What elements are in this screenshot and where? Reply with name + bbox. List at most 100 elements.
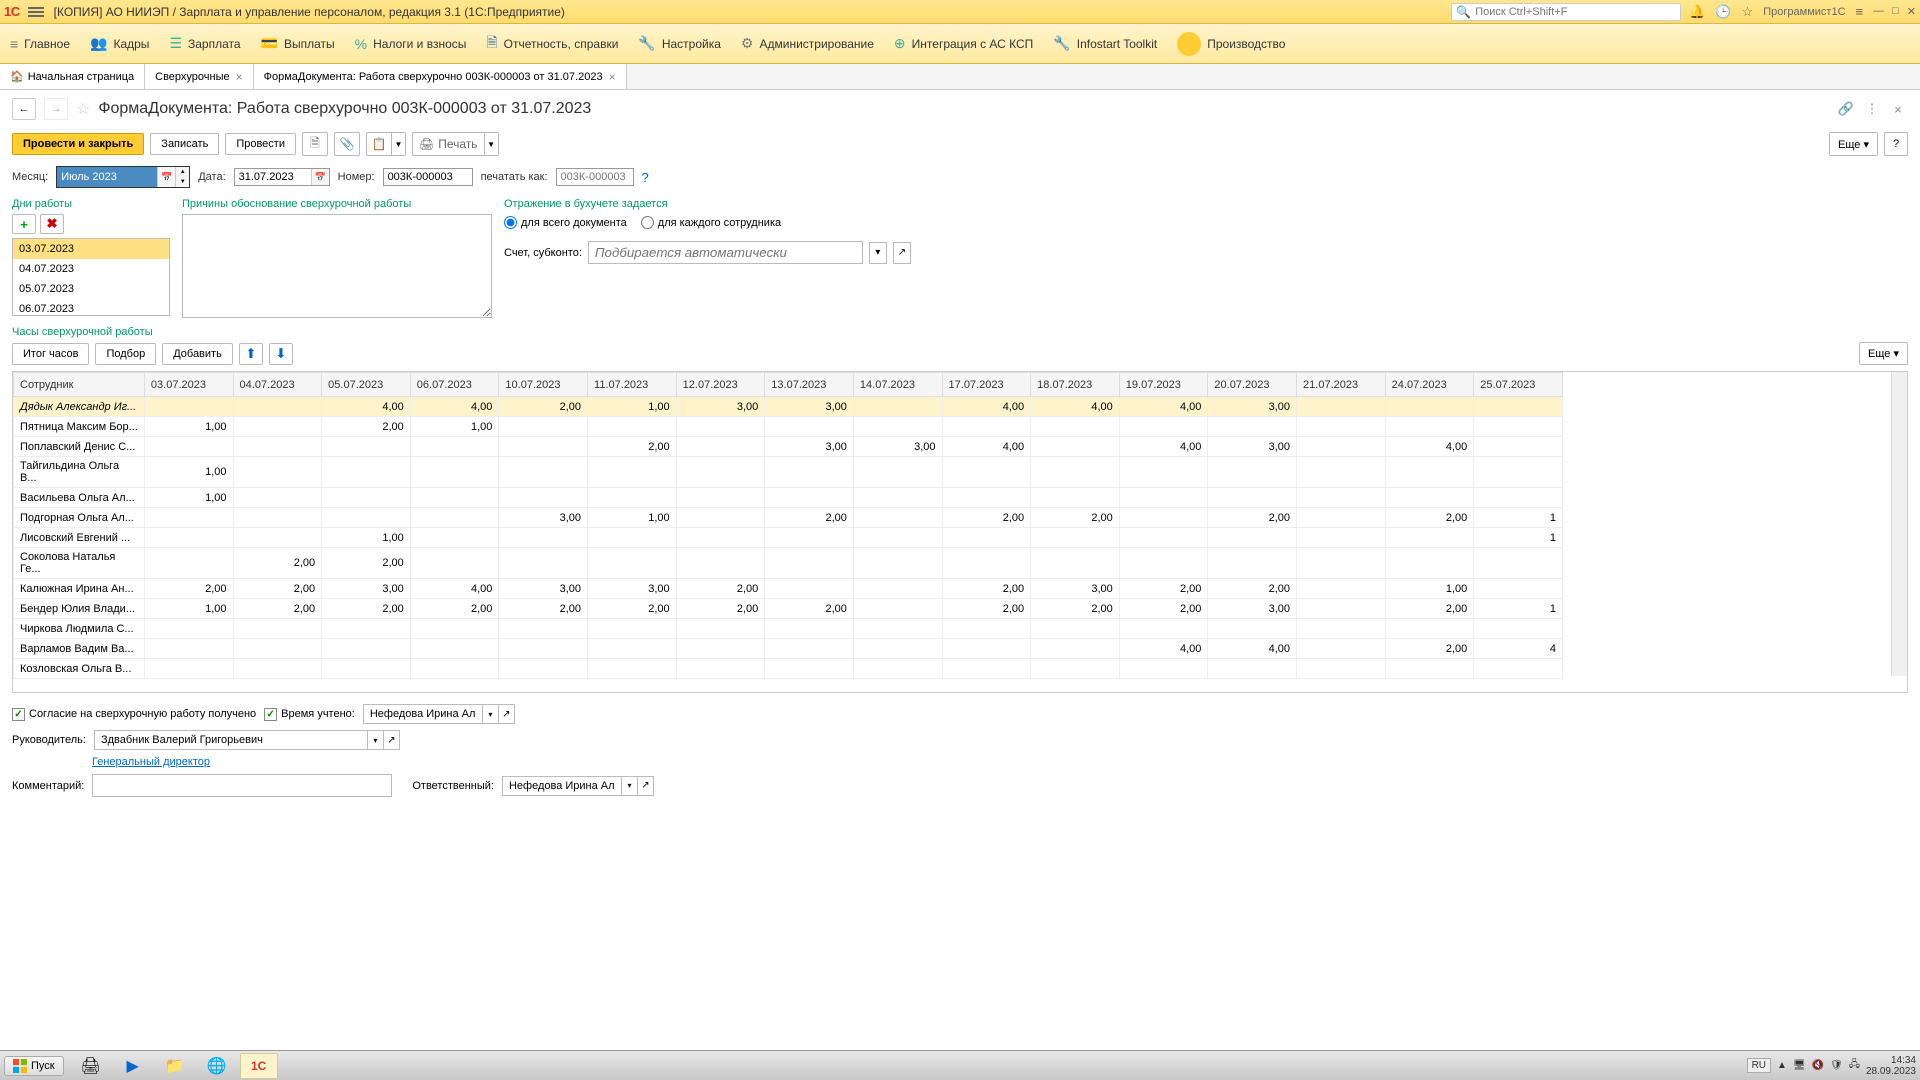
cell-hours[interactable] [765,619,854,639]
cell-hours[interactable] [676,548,765,579]
more-icon[interactable]: ⋮ [1862,99,1882,119]
task-1c[interactable]: 1C [240,1053,278,1079]
cell-hours[interactable] [1208,659,1297,679]
bell-icon[interactable]: 🔔 [1689,4,1705,20]
create-based-button[interactable]: 📋▼ [366,132,406,156]
day-item[interactable]: 04.07.2023 [13,259,169,279]
task-explorer[interactable]: 📁 [156,1053,194,1079]
cell-hours[interactable] [588,548,677,579]
radio-each-emp[interactable]: для каждого сотрудника [641,216,781,229]
col-date[interactable]: 12.07.2023 [676,373,765,397]
cell-hours[interactable]: 2,00 [942,508,1031,528]
cell-hours[interactable] [588,417,677,437]
close-form-icon[interactable]: × [1888,99,1908,119]
move-up-button[interactable]: ⬆ [239,343,263,365]
cell-hours[interactable]: 2,00 [144,579,233,599]
cell-hours[interactable] [499,417,588,437]
cell-hours[interactable] [1297,619,1386,639]
cell-hours[interactable] [322,508,411,528]
cell-hours[interactable] [588,659,677,679]
close-icon[interactable]: × [236,70,243,84]
cell-hours[interactable] [853,579,942,599]
cell-hours[interactable] [1031,528,1120,548]
cell-hours[interactable] [233,508,322,528]
table-row[interactable]: Соколова Наталья Ге...2,002,00 [14,548,1563,579]
cell-hours[interactable] [676,508,765,528]
col-date[interactable]: 11.07.2023 [588,373,677,397]
chevron-down-icon[interactable]: ▾ [483,704,499,724]
task-chrome[interactable]: 🌐 [198,1053,236,1079]
cell-hours[interactable] [1031,437,1120,457]
vertical-scrollbar[interactable] [1891,372,1907,676]
cell-hours[interactable]: 2,00 [322,417,411,437]
table-row[interactable]: Дядык Александр Иг...4,004,002,001,003,0… [14,397,1563,417]
number-field[interactable] [383,168,473,186]
cell-hours[interactable] [233,417,322,437]
cell-hours[interactable] [765,639,854,659]
account-input[interactable] [588,241,863,264]
star-icon[interactable]: ☆ [1742,4,1754,20]
cell-hours[interactable]: 3,00 [322,579,411,599]
cell-hours[interactable] [1208,457,1297,488]
cell-hours[interactable] [1297,528,1386,548]
cell-hours[interactable] [1031,457,1120,488]
cell-hours[interactable] [144,437,233,457]
col-employee[interactable]: Сотрудник [14,373,145,397]
cell-hours[interactable] [410,488,499,508]
cell-hours[interactable] [765,579,854,599]
cell-hours[interactable]: 2,00 [676,579,765,599]
leader-input[interactable] [94,730,368,750]
date-input[interactable] [235,169,311,185]
cell-hours[interactable] [676,417,765,437]
table-row[interactable]: Бендер Юлия Влади...1,002,002,002,002,00… [14,599,1563,619]
cell-employee[interactable]: Лисовский Евгений ... [14,528,145,548]
cell-hours[interactable] [1119,508,1208,528]
cell-hours[interactable]: 4,00 [410,579,499,599]
cell-hours[interactable] [1297,437,1386,457]
day-item[interactable]: 05.07.2023 [13,279,169,299]
reasons-textarea[interactable] [182,214,492,318]
col-date[interactable]: 24.07.2023 [1385,373,1474,397]
cell-employee[interactable]: Поплавский Денис С... [14,437,145,457]
cell-hours[interactable] [499,548,588,579]
cell-hours[interactable] [1208,417,1297,437]
cell-hours[interactable] [1031,639,1120,659]
cell-hours[interactable] [499,437,588,457]
cell-hours[interactable]: 3,00 [853,437,942,457]
cell-hours[interactable] [322,457,411,488]
cell-hours[interactable] [1297,457,1386,488]
col-date[interactable]: 19.07.2023 [1119,373,1208,397]
cell-hours[interactable]: 3,00 [765,397,854,417]
chevron-down-icon[interactable]: ▼ [392,132,406,156]
cell-hours[interactable] [1297,417,1386,437]
cell-hours[interactable] [1119,659,1208,679]
cell-hours[interactable] [410,528,499,548]
cell-hours[interactable] [322,639,411,659]
cell-hours[interactable] [1208,488,1297,508]
cell-hours[interactable] [1474,488,1563,508]
cell-hours[interactable] [1031,488,1120,508]
cell-hours[interactable] [853,639,942,659]
cell-employee[interactable]: Варламов Вадим Ва... [14,639,145,659]
cell-hours[interactable] [853,417,942,437]
cell-hours[interactable]: 2,00 [765,599,854,619]
menu-integration[interactable]: ⊕Интеграция с АС КСП [894,35,1033,52]
cell-hours[interactable] [853,599,942,619]
cell-hours[interactable]: 4,00 [1208,639,1297,659]
cell-hours[interactable] [1297,659,1386,679]
cell-employee[interactable]: Соколова Наталья Ге... [14,548,145,579]
position-link[interactable]: Генеральный директор [92,756,210,768]
cell-hours[interactable] [853,528,942,548]
calendar-icon[interactable]: 📅 [311,169,329,185]
cell-employee[interactable]: Тайгильдина Ольга В... [14,457,145,488]
open-icon[interactable]: ↗ [384,730,400,750]
table-row[interactable]: Чиркова Людмила С... [14,619,1563,639]
select-button[interactable]: Подбор [95,343,156,365]
cell-hours[interactable] [853,508,942,528]
cell-hours[interactable] [1031,659,1120,679]
cell-hours[interactable]: 2,00 [1031,599,1120,619]
cell-hours[interactable]: 1,00 [1385,579,1474,599]
tab-home[interactable]: 🏠Начальная страница [0,64,145,89]
cell-hours[interactable] [942,488,1031,508]
cell-hours[interactable] [765,528,854,548]
